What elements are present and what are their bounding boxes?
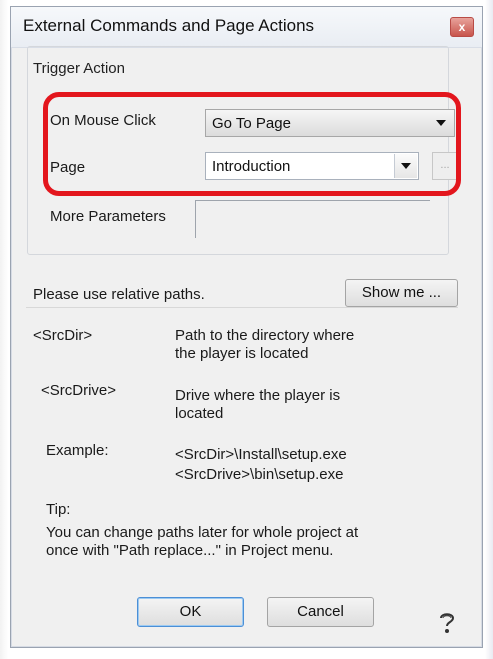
red-highlight-annotation — [43, 92, 461, 196]
example-line-2: <SrcDrive>\bin\setup.exe — [175, 466, 344, 483]
example-label: Example: — [46, 442, 109, 459]
show-me-button[interactable]: Show me ... — [345, 279, 458, 307]
tip-label: Tip: — [46, 501, 71, 518]
help-question-icon[interactable] — [437, 610, 457, 636]
dialog-title: External Commands and Page Actions — [23, 16, 315, 35]
divider — [26, 307, 458, 308]
trigger-action-group-title: Trigger Action — [33, 60, 125, 77]
background-left — [0, 0, 8, 659]
srcdrive-desc-line-1: Drive where the player is — [175, 387, 341, 404]
example-line-1: <SrcDir>\Install\setup.exe — [175, 446, 347, 463]
more-parameters-area — [195, 200, 430, 238]
title-bar: External Commands and Page Actions x — [11, 7, 482, 48]
background-right — [485, 0, 493, 659]
relative-paths-hint: Please use relative paths. — [33, 286, 205, 303]
srcdir-key: <SrcDir> — [33, 327, 93, 344]
close-button[interactable]: x — [450, 17, 474, 37]
more-parameters-label: More Parameters — [50, 208, 166, 225]
tip-line-1: You can change paths later for whole pro… — [46, 524, 359, 541]
srcdir-desc-line-2: the player is located — [175, 345, 309, 362]
ok-button[interactable]: OK — [137, 597, 244, 627]
close-icon: x — [458, 20, 466, 34]
cancel-button[interactable]: Cancel — [267, 597, 374, 627]
srcdrive-key: <SrcDrive> — [41, 382, 117, 399]
srcdir-desc-line-1: Path to the directory where — [175, 327, 355, 344]
tip-line-2: once with "Path replace..." in Project m… — [46, 542, 334, 559]
srcdrive-desc-line-2: located — [175, 405, 224, 422]
